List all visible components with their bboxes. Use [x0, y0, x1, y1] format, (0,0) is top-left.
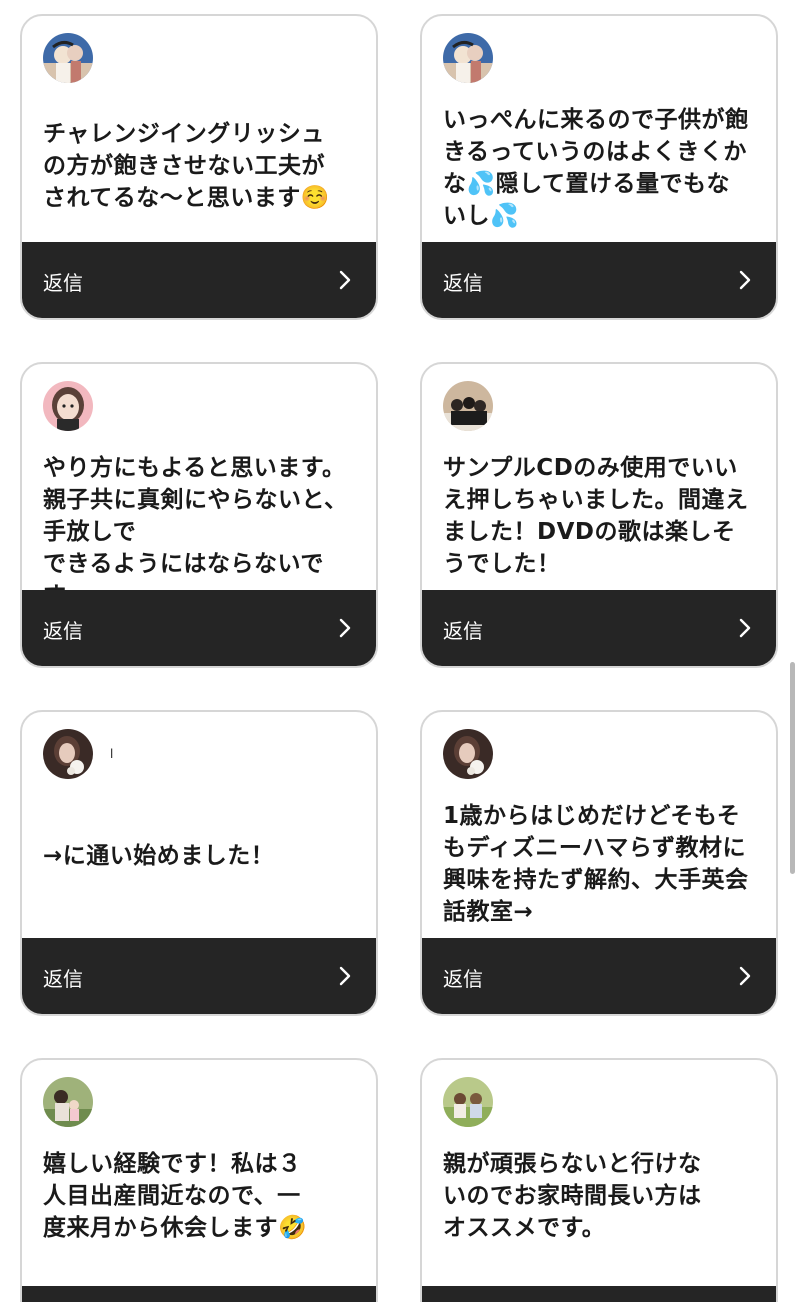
reply-label: 返信	[43, 271, 83, 295]
reply-button[interactable]: 返信	[22, 242, 376, 318]
message-text: チャレンジイングリッシュ の方が飽きさせない工夫が されてるな〜と思います☺️	[43, 121, 330, 211]
message-text: やり方にもよると思います。 親子共に真剣にやらないと、 手放しで できるようには…	[43, 455, 348, 609]
reply-card: チャレンジイングリッシュ の方が飽きさせない工夫が されてるな〜と思います☺️ …	[20, 14, 378, 320]
reply-card: やり方にもよると思います。 親子共に真剣にやらないと、 手放しで できるようには…	[20, 362, 378, 668]
reply-button[interactable]: 返信	[422, 1286, 776, 1302]
reply-card: l →に通い始めました！ 返信	[20, 710, 378, 1016]
reply-card: 親が頑張らないと行けな いのでお家時間長い方は オススメです。 返信	[420, 1058, 778, 1302]
message-text: 親が頑張らないと行けな いのでお家時間長い方は オススメです。	[443, 1151, 702, 1241]
reply-button[interactable]: 返信	[422, 242, 776, 318]
chevron-right-icon	[338, 617, 352, 639]
reply-card: 嬉しい経験です！私は３ 人目出産間近なので、一 度来月から休会します🤣 返信	[20, 1058, 378, 1302]
message-text: →に通い始めました！	[43, 843, 275, 869]
reply-card-grid: チャレンジイングリッシュ の方が飽きさせない工夫が されてるな〜と思います☺️ …	[0, 0, 800, 1302]
message-text: サンプルCDのみ使用でいい え押しちゃいました。間違え ました！DVDの歌は楽し…	[443, 455, 749, 577]
reply-card: サンプルCDのみ使用でいい え押しちゃいました。間違え ました！DVDの歌は楽し…	[420, 362, 778, 668]
reply-button[interactable]: 返信	[22, 1286, 376, 1302]
username: l	[110, 747, 114, 761]
avatar	[443, 33, 493, 83]
avatar	[43, 1077, 93, 1127]
message-text: 嬉しい経験です！私は３ 人目出産間近なので、一 度来月から休会します🤣	[43, 1151, 308, 1241]
reply-card: 1歳からはじめだけどそもそ もディズニーハマらず教材に 興味を持たず解約、大手英…	[420, 710, 778, 1016]
reply-button[interactable]: 返信	[22, 590, 376, 666]
reply-label: 返信	[43, 619, 83, 643]
reply-label: 返信	[443, 619, 483, 643]
reply-label: 返信	[443, 967, 483, 991]
reply-button[interactable]: 返信	[22, 938, 376, 1014]
reply-card: いっぺんに来るので子供が飽 きるっていうのはよくきくか な💦隠して置ける量でもな…	[420, 14, 778, 320]
avatar	[43, 33, 93, 83]
reply-label: 返信	[43, 967, 83, 991]
avatar	[43, 381, 93, 431]
chevron-right-icon	[738, 965, 752, 987]
chevron-right-icon	[738, 617, 752, 639]
avatar	[43, 729, 93, 779]
chevron-right-icon	[338, 965, 352, 987]
avatar	[443, 381, 493, 431]
scrollbar[interactable]	[790, 662, 795, 874]
reply-button[interactable]: 返信	[422, 590, 776, 666]
reply-label: 返信	[443, 271, 483, 295]
message-text: いっぺんに来るので子供が飽 きるっていうのはよくきくか な💦隠して置ける量でもな…	[443, 107, 749, 229]
chevron-right-icon	[738, 269, 752, 291]
avatar	[443, 1077, 493, 1127]
chevron-right-icon	[338, 269, 352, 291]
message-text: 1歳からはじめだけどそもそ もディズニーハマらず教材に 興味を持たず解約、大手英…	[443, 803, 749, 925]
reply-button[interactable]: 返信	[422, 938, 776, 1014]
avatar	[443, 729, 493, 779]
